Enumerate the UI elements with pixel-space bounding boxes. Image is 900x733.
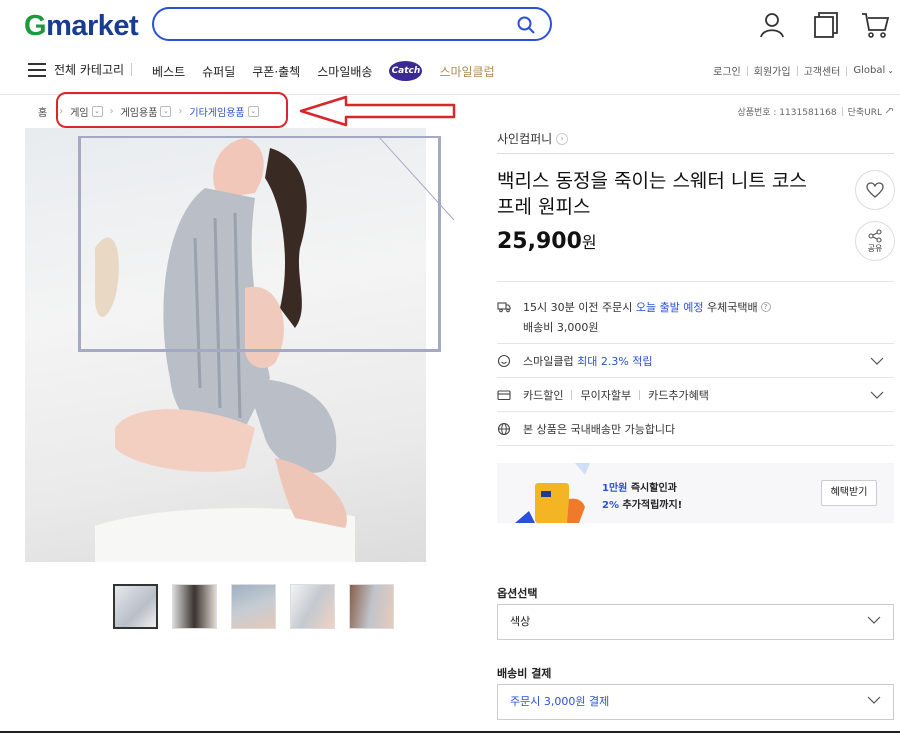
heart-icon bbox=[866, 182, 884, 198]
smile-icon bbox=[497, 354, 511, 368]
annotation-arrow-icon bbox=[299, 95, 456, 127]
chevron-right-icon: › bbox=[556, 132, 569, 145]
smile-club-label: 스마일클럽 bbox=[523, 355, 574, 368]
shipping-today-text: 오늘 출발 예정 bbox=[635, 301, 704, 314]
catch-logo[interactable]: Catch bbox=[389, 61, 423, 81]
share-icon bbox=[868, 228, 882, 243]
cart-icon[interactable] bbox=[860, 10, 890, 40]
hamburger-icon bbox=[28, 62, 46, 77]
short-url-button[interactable]: 단축URL bbox=[848, 105, 882, 118]
seller-name: 사인컴퍼니 bbox=[497, 132, 553, 146]
option-label: 옵션선택 bbox=[497, 587, 538, 600]
chevron-down-icon bbox=[867, 696, 881, 704]
price-unit: 원 bbox=[581, 233, 597, 252]
domestic-only-text: 본 상품은 국내배송만 가능합니다 bbox=[523, 423, 676, 436]
option-select-value: 색상 bbox=[510, 615, 531, 628]
breadcrumb-home[interactable]: 홈 bbox=[38, 104, 47, 119]
customer-center-link[interactable]: 고객센터 bbox=[804, 63, 841, 78]
banner-line1: 1만원 즉시할인과 bbox=[602, 483, 677, 494]
search-bar[interactable] bbox=[152, 7, 552, 41]
card-illustration-icon bbox=[515, 463, 590, 523]
shipping-fee: 배송비 3,000원 bbox=[523, 321, 599, 334]
shipping-info-row: 15시 30분 이전 주문시 오늘 출발 예정 우체국택배 ? bbox=[497, 299, 894, 315]
product-number-text: 상품번호 : 1131581168 bbox=[737, 108, 837, 118]
wishlist-button[interactable] bbox=[855, 170, 895, 210]
nav-smile-delivery[interactable]: 스마일배송 bbox=[317, 63, 372, 80]
section-divider bbox=[497, 411, 894, 412]
shipping-payment-value: 주문시 3,000원 결제 bbox=[510, 695, 610, 708]
smile-club-reward: 최대 2.3% 적립 bbox=[577, 355, 653, 368]
nav-coupon[interactable]: 쿠폰·출첵 bbox=[252, 63, 300, 80]
nav-best[interactable]: 베스트 bbox=[152, 63, 185, 80]
chevron-down-icon bbox=[867, 616, 881, 624]
seller-link[interactable]: 사인컴퍼니 › bbox=[497, 130, 569, 147]
globe-icon bbox=[497, 422, 511, 436]
get-benefit-button[interactable]: 혜택받기 bbox=[821, 480, 877, 506]
truck-icon bbox=[497, 302, 511, 313]
recent-items-icon[interactable] bbox=[811, 10, 841, 40]
thumbnail-3[interactable] bbox=[231, 584, 276, 629]
card-benefits-row[interactable]: 카드할인 무이자할부 카드추가혜택 bbox=[497, 387, 894, 403]
section-divider bbox=[497, 445, 894, 446]
shipping-cutoff-text: 15시 30분 이전 주문시 bbox=[523, 301, 633, 314]
benefit-banner[interactable]: 1만원 즉시할인과 2% 추가적립까지! 혜택받기 bbox=[497, 463, 894, 523]
gmarket-logo[interactable]: Gmarket bbox=[24, 10, 139, 43]
domestic-only-row: 본 상품은 국내배송만 가능합니다 bbox=[497, 421, 894, 437]
shipping-carrier: 우체국택배 bbox=[707, 301, 758, 314]
smile-club-row[interactable]: 스마일클럽 최대 2.3% 적립 bbox=[497, 353, 894, 369]
chevron-down-icon: ⌄ bbox=[887, 66, 894, 75]
help-icon[interactable]: ? bbox=[760, 302, 771, 312]
nav-smile-club[interactable]: 스마일클럽 bbox=[439, 63, 494, 80]
search-input[interactable] bbox=[170, 15, 510, 35]
seller-divider bbox=[497, 153, 894, 154]
thumbnail-2[interactable] bbox=[172, 584, 217, 629]
card-extra-benefit: 카드추가혜택 bbox=[648, 389, 709, 402]
share-label: 공유 bbox=[867, 243, 883, 253]
banner-line2: 2% 추가적립까지! bbox=[602, 500, 683, 511]
login-link[interactable]: 로그인 bbox=[713, 63, 741, 78]
shipping-fee-row: 배송비 3,000원 bbox=[497, 319, 894, 335]
price-value: 25,900 bbox=[497, 229, 582, 254]
all-categories-menu[interactable]: 전체 카테고리 bbox=[28, 61, 124, 78]
section-divider bbox=[497, 377, 894, 378]
thumbnail-4[interactable] bbox=[290, 584, 335, 629]
thumbnail-strip bbox=[113, 584, 394, 629]
nav-separator bbox=[131, 63, 132, 76]
annotation-highlight-box bbox=[56, 92, 288, 128]
shipping-payment-select[interactable]: 주문시 3,000원 결제 bbox=[497, 684, 894, 720]
thumbnail-1[interactable] bbox=[113, 584, 158, 629]
chevron-down-icon bbox=[870, 391, 884, 399]
product-price: 25,900원 bbox=[497, 229, 597, 254]
frame-diagonal-line bbox=[378, 136, 455, 221]
main-nav: 베스트 슈퍼딜 쿠폰·출첵 스마일배송 Catch 스마일클럽 bbox=[152, 61, 495, 81]
option-select[interactable]: 색상 bbox=[497, 604, 894, 640]
section-divider bbox=[497, 281, 894, 282]
all-categories-label: 전체 카테고리 bbox=[54, 63, 125, 77]
product-number: 상품번호 : 1131581168 단축URL bbox=[737, 105, 894, 118]
thumbnail-5[interactable] bbox=[349, 584, 394, 629]
card-discount: 카드할인 bbox=[523, 389, 564, 402]
section-divider bbox=[497, 343, 894, 344]
chevron-down-icon bbox=[870, 357, 884, 365]
user-icon[interactable] bbox=[757, 10, 787, 40]
installment: 무이자할부 bbox=[580, 389, 632, 402]
card-icon bbox=[497, 390, 511, 401]
signup-link[interactable]: 회원가입 bbox=[754, 63, 791, 78]
search-icon[interactable] bbox=[516, 15, 536, 35]
nav-superdeal[interactable]: 슈퍼딜 bbox=[202, 63, 235, 80]
link-icon bbox=[885, 107, 893, 113]
global-link[interactable]: Global bbox=[853, 65, 885, 76]
utility-links: 로그인 회원가입 고객센터 Global ⌄ bbox=[713, 63, 894, 78]
product-title: 백리스 동정을 죽이는 스웨터 니트 코스프레 원피스 bbox=[497, 170, 807, 218]
share-button[interactable]: 공유 bbox=[855, 221, 895, 261]
shipping-payment-label: 배송비 결제 bbox=[497, 667, 552, 680]
